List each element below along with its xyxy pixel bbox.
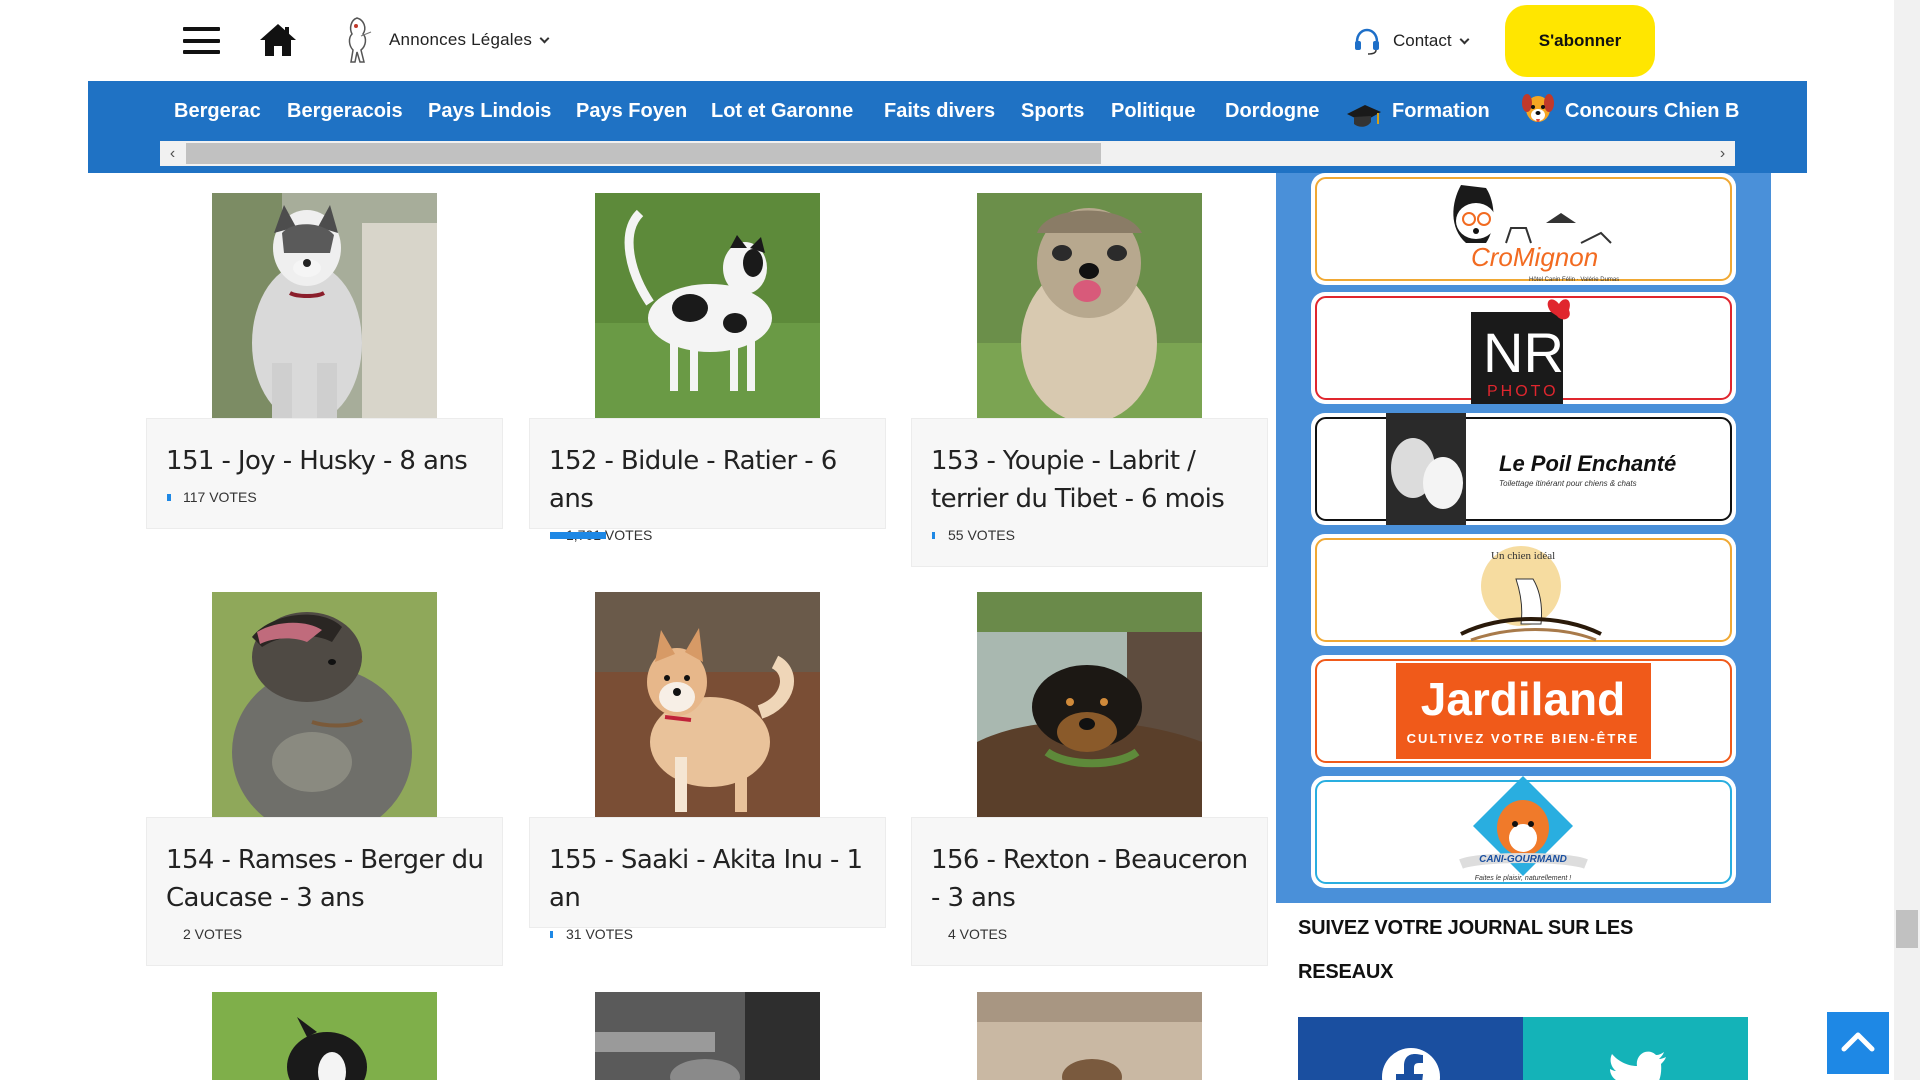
facebook-button[interactable]	[1298, 1017, 1523, 1080]
dog-photo-youpie[interactable]	[977, 193, 1202, 418]
card-title[interactable]: 152 - Bidule - Ratier - 6 ans	[530, 419, 885, 518]
nav-item-dordogne[interactable]: Dordogne	[1225, 100, 1319, 123]
page-vertical-scrollbar[interactable]	[1894, 0, 1920, 1080]
back-to-top-button[interactable]	[1827, 1012, 1889, 1074]
sponsor-name: CroMignon	[1471, 242, 1598, 272]
nav-item-concours-chien[interactable]: Concours Chien B	[1565, 100, 1739, 123]
card-title[interactable]: 151 - Joy - Husky - 8 ans	[147, 419, 502, 480]
card-title[interactable]: 155 - Saaki - Akita Inu - 1 an	[530, 818, 885, 917]
sponsor-subtitle: Faites le plaisir, naturellement !	[1475, 875, 1572, 882]
chevron-up-icon	[1841, 1032, 1875, 1052]
top-header: Annonces Légales Contact S'abonner	[0, 0, 1890, 80]
nav-item-pays-foyen[interactable]: Pays Foyen	[576, 100, 687, 123]
sponsors-sidebar: CroMignon Hôtel Canin Félin · Valérie Du…	[1276, 173, 1771, 903]
sponsor-le-poil-enchante[interactable]: Le Poil Enchanté Toilettage itinérant po…	[1311, 413, 1736, 525]
sponsor-name: Un chien idéal	[1491, 550, 1555, 562]
scrollbar-thumb[interactable]	[186, 143, 1101, 164]
contestant-card-156[interactable]: 156 - Rexton - Beauceron - 3 ans 4 VOTES	[911, 817, 1268, 966]
dog-photo-rexton[interactable]	[977, 592, 1202, 817]
card-title[interactable]: 154 - Ramses - Berger du Caucase - 3 ans	[147, 818, 502, 917]
dog-icon	[1522, 94, 1554, 122]
sponsor-subtitle: CULTIVEZ VOTRE BIEN-ÊTRE	[1407, 731, 1640, 746]
nav-horizontal-scrollbar[interactable]: ‹ ›	[160, 141, 1735, 166]
sponsor-name: Jardiland	[1421, 673, 1626, 725]
follow-journal-heading: SUIVEZ VOTRE JOURNAL SUR LES RESEAUX	[1298, 917, 1634, 983]
nav-item-formation[interactable]: Formation	[1392, 100, 1490, 123]
annonces-logo-icon	[348, 17, 372, 63]
nav-items: Bergerac Bergeracois Pays Lindois Pays F…	[88, 81, 1741, 141]
contestant-card-152[interactable]: 152 - Bidule - Ratier - 6 ans 1,701 VOTE…	[529, 418, 886, 543]
dog-photo-row3-2[interactable]	[595, 992, 820, 1080]
menu-icon[interactable]	[183, 27, 220, 54]
sponsor-subtitle: Hôtel Canin Félin · Valérie Dumas	[1529, 277, 1619, 283]
subscribe-button[interactable]: S'abonner	[1505, 5, 1655, 77]
vote-count: 55 VOTES	[912, 518, 1267, 562]
scroll-left-icon[interactable]: ‹	[160, 141, 185, 166]
card-title[interactable]: 153 - Youpie - Labrit / terrier du Tibet…	[912, 419, 1267, 518]
contestant-card-151[interactable]: 151 - Joy - Husky - 8 ans 117 VOTES	[146, 418, 503, 529]
vote-count: 4 VOTES	[948, 926, 1008, 942]
graduation-cap-icon	[1347, 105, 1381, 127]
vote-count: 31 VOTES	[530, 917, 885, 961]
nav-item-sports[interactable]: Sports	[1021, 100, 1084, 123]
sponsor-name: Le Poil Enchanté	[1499, 451, 1676, 476]
page-scrollbar-thumb[interactable]	[1896, 910, 1918, 948]
annonces-label: Annonces Légales	[389, 30, 533, 49]
vote-count: 2 VOTES	[183, 926, 243, 942]
sponsor-jardiland[interactable]: Jardiland CULTIVEZ VOTRE BIEN-ÊTRE	[1311, 655, 1736, 767]
vote-count: 117 VOTES	[147, 480, 502, 524]
scroll-right-icon[interactable]: ›	[1710, 141, 1735, 166]
contact-menu[interactable]: Contact	[1393, 31, 1470, 51]
vote-count: 1,701 VOTES	[530, 518, 885, 562]
nav-item-bergerac[interactable]: Bergerac	[174, 100, 261, 123]
dog-photo-bidule[interactable]	[595, 193, 820, 418]
sponsor-cani-gourmand[interactable]: CANI-GOURMAND Faites le plaisir, naturel…	[1311, 776, 1736, 888]
sponsor-name: CANI-GOURMAND	[1479, 854, 1567, 865]
dog-photo-saaki[interactable]	[595, 592, 820, 817]
sponsor-name: NR	[1483, 321, 1564, 384]
contestant-card-155[interactable]: 155 - Saaki - Akita Inu - 1 an 31 VOTES	[529, 817, 886, 942]
sponsor-subtitle: Toilettage itinérant pour chiens & chats	[1499, 479, 1637, 488]
sponsor-un-chien-ideal[interactable]: Un chien idéal	[1311, 534, 1736, 646]
annonces-legales-menu[interactable]: Annonces Légales	[389, 30, 550, 50]
card-title[interactable]: 156 - Rexton - Beauceron - 3 ans	[912, 818, 1267, 917]
nav-item-pays-lindois[interactable]: Pays Lindois	[428, 100, 551, 123]
nav-item-lot-et-garonne[interactable]: Lot et Garonne	[711, 100, 853, 123]
sponsor-cromignon[interactable]: CroMignon Hôtel Canin Félin · Valérie Du…	[1311, 173, 1736, 285]
dog-photo-joy[interactable]	[212, 193, 437, 418]
sponsor-nr-photo[interactable]: NR PHOTO	[1311, 292, 1736, 404]
sponsor-subtitle: PHOTO	[1487, 383, 1559, 400]
chevron-down-icon	[539, 33, 550, 44]
vote-bar	[550, 532, 606, 539]
twitter-icon	[1610, 1051, 1666, 1080]
chevron-down-icon	[1459, 34, 1470, 45]
nav-item-faits-divers[interactable]: Faits divers	[884, 100, 995, 123]
facebook-icon	[1382, 1048, 1440, 1080]
category-nav: Bergerac Bergeracois Pays Lindois Pays F…	[88, 81, 1807, 173]
nav-item-politique[interactable]: Politique	[1111, 100, 1195, 123]
twitter-button[interactable]	[1523, 1017, 1748, 1080]
headset-icon	[1355, 28, 1379, 55]
nav-item-bergeracois[interactable]: Bergeracois	[287, 100, 403, 123]
vote-bar	[550, 931, 553, 938]
vote-bar	[167, 494, 171, 501]
contestant-card-153[interactable]: 153 - Youpie - Labrit / terrier du Tibet…	[911, 418, 1268, 567]
contact-label: Contact	[1393, 31, 1452, 50]
dog-photo-row3-3[interactable]	[977, 992, 1202, 1080]
dog-photo-ramses[interactable]	[212, 592, 437, 817]
home-icon[interactable]	[258, 22, 298, 58]
dog-photo-row3-1[interactable]	[212, 992, 437, 1080]
contestant-card-154[interactable]: 154 - Ramses - Berger du Caucase - 3 ans…	[146, 817, 503, 966]
vote-bar	[932, 532, 935, 539]
